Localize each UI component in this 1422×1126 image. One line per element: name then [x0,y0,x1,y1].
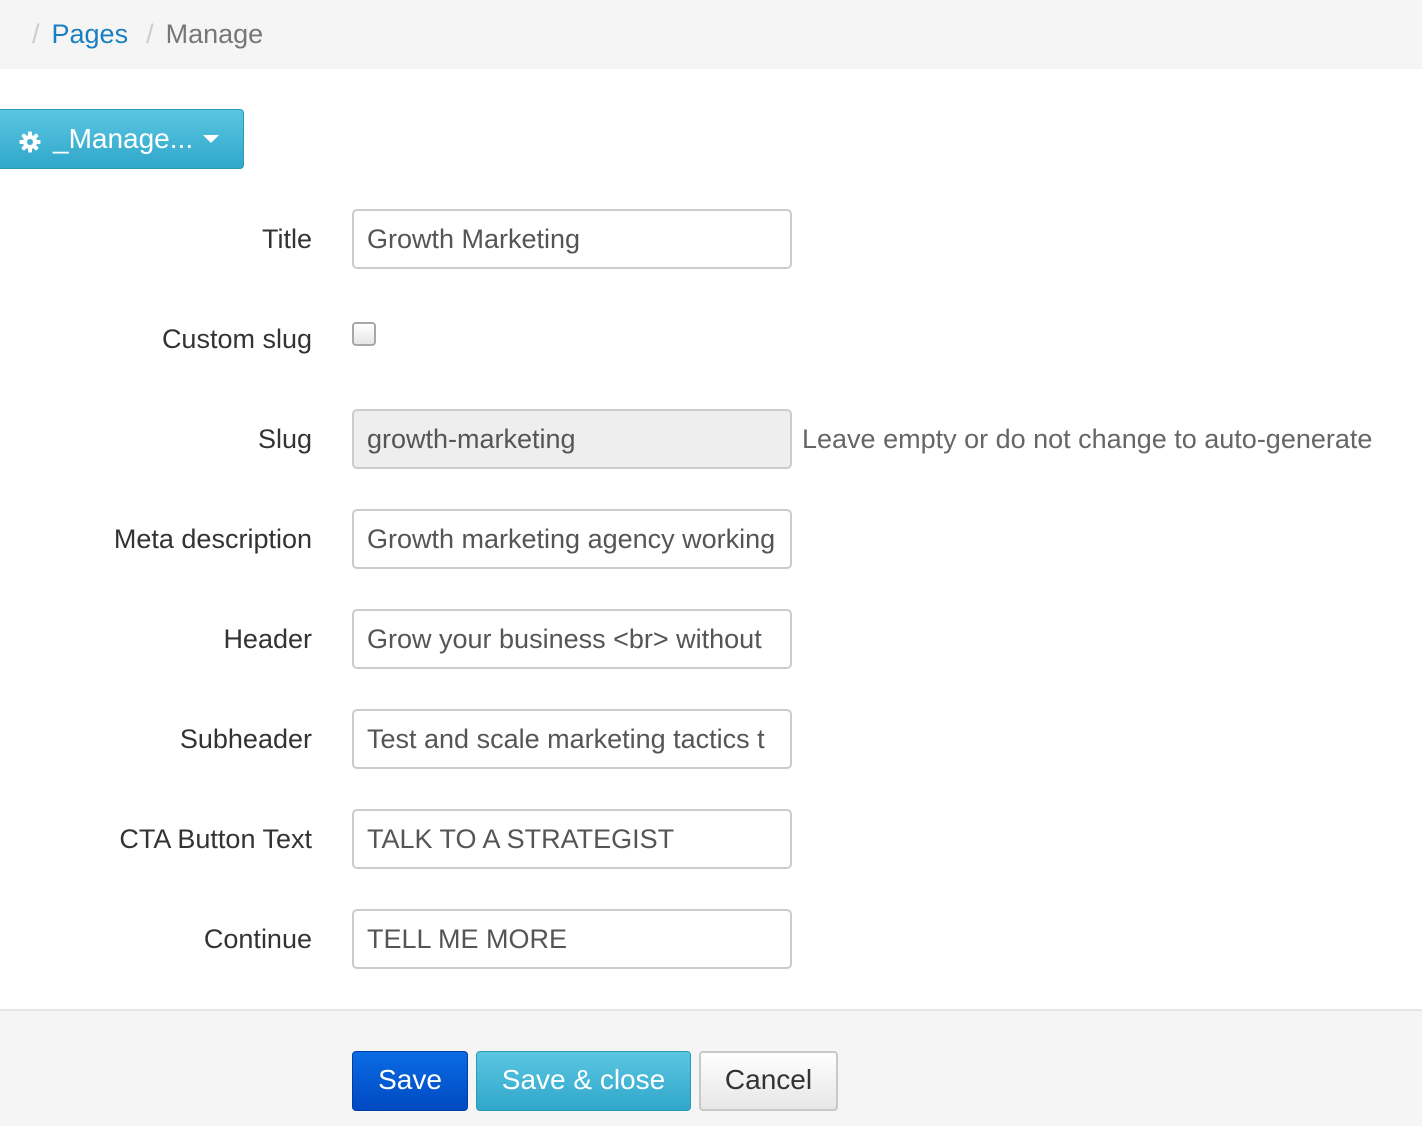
meta-description-label: Meta description [113,524,312,554]
slug-help-text: Leave empty or do not change to auto-gen… [802,424,1373,454]
gear-icon [19,128,41,153]
manage-dropdown-label: _Manage... [53,123,194,154]
manage-dropdown-button[interactable]: _Manage... [0,109,244,169]
form-row-continue: Continue [0,909,1422,969]
breadcrumb-link-pages[interactable]: Pages [52,19,129,50]
slug-input[interactable] [352,409,792,469]
cta-button-text-label: CTA Button Text [119,824,312,854]
breadcrumb-current: Manage [165,19,264,49]
continue-label: Continue [203,924,312,954]
subheader-input[interactable] [352,709,792,769]
form-actions: Save Save & close Cancel [0,1009,1422,1126]
breadcrumb-separator: / [146,19,154,49]
form-row-custom-slug: Custom slug [0,309,1422,369]
form-row-slug: Slug Leave empty or do not change to aut… [0,409,1422,469]
cancel-button[interactable]: Cancel [699,1051,838,1111]
form-row-title: Title [0,209,1422,269]
title-input[interactable] [352,209,792,269]
slug-label: Slug [257,424,312,454]
header-label: Header [223,624,312,654]
breadcrumb: / Pages / Manage [0,0,1422,69]
save-button[interactable]: Save [352,1051,468,1111]
caret-down-icon [203,135,220,143]
breadcrumb-separator: / [32,19,40,49]
save-and-close-button[interactable]: Save & close [476,1051,691,1111]
form-row-cta-button-text: CTA Button Text [0,809,1422,869]
subheader-label: Subheader [179,724,312,754]
custom-slug-checkbox[interactable] [352,322,376,346]
form-row-header: Header [0,609,1422,669]
title-label: Title [261,224,312,254]
cta-button-text-input[interactable] [352,809,792,869]
continue-input[interactable] [352,909,792,969]
meta-description-input[interactable] [352,509,792,569]
form-row-meta-description: Meta description [0,509,1422,569]
custom-slug-label: Custom slug [161,324,312,354]
form-row-subheader: Subheader [0,709,1422,769]
header-input[interactable] [352,609,792,669]
